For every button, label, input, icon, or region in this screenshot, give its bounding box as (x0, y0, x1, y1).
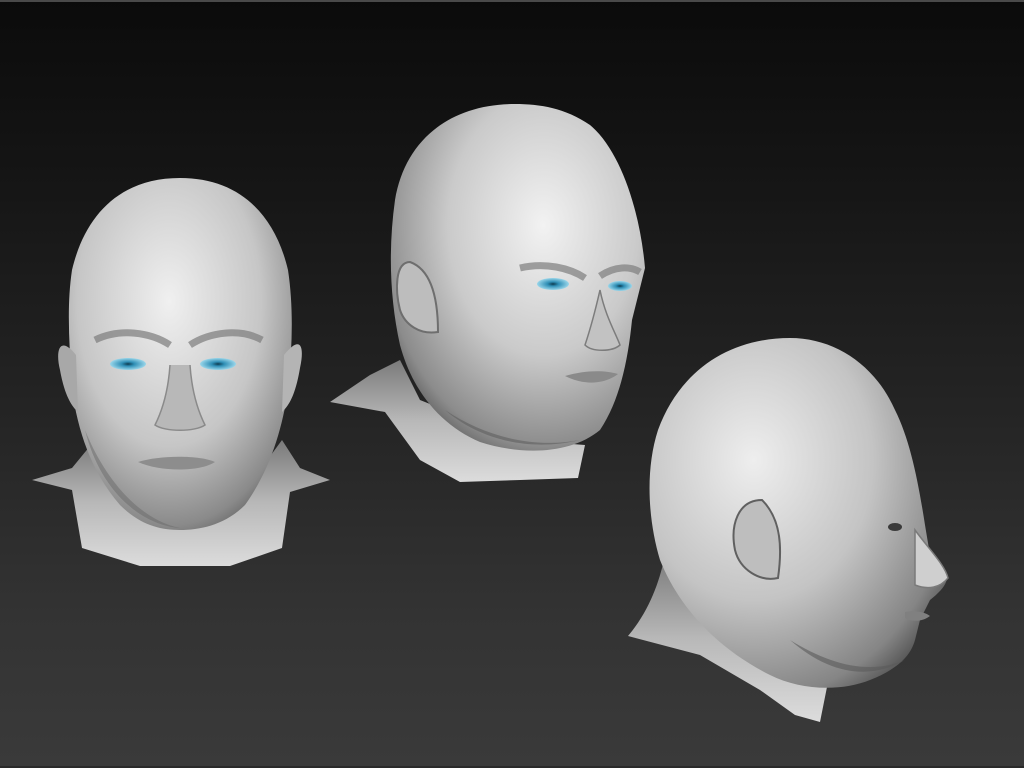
front-view-head[interactable] (32, 178, 330, 566)
three-quarter-view-head[interactable] (330, 104, 645, 482)
quarter-eye-right (608, 281, 632, 291)
front-ear-left (58, 345, 78, 412)
sculpt-render-canvas[interactable] (0, 0, 1024, 768)
profile-eye (888, 523, 902, 531)
quarter-eye-left (537, 278, 569, 290)
front-eye-right (200, 358, 236, 370)
side-profile-view-head[interactable] (628, 338, 949, 722)
quarter-skull (390, 104, 645, 451)
profile-nose (914, 527, 949, 589)
sculpt-viewport[interactable] (0, 0, 1024, 768)
front-ear-right (282, 344, 302, 412)
profile-mouth (905, 611, 930, 621)
front-eye-left (110, 358, 146, 370)
front-skull (68, 178, 292, 530)
